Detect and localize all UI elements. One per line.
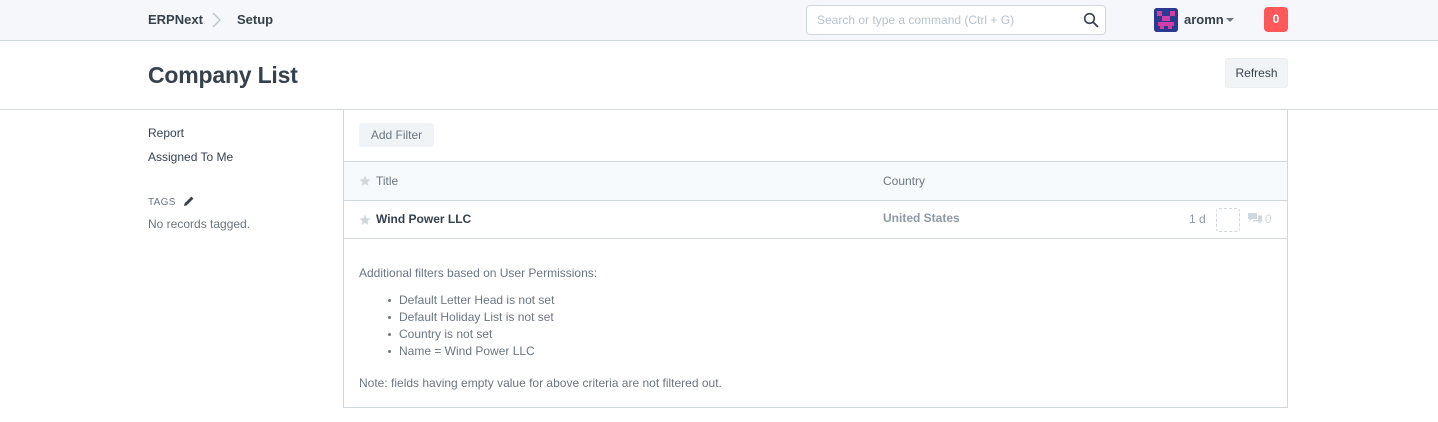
list-item: Default Letter Head is not set <box>384 292 554 309</box>
avatar[interactable] <box>1154 8 1178 32</box>
search-icon[interactable] <box>1083 12 1099 28</box>
row-title-link[interactable]: Wind Power LLC <box>376 212 471 226</box>
sidebar-item-assigned-to-me[interactable]: Assigned To Me <box>148 150 233 164</box>
row-country-filter[interactable]: United States <box>883 211 960 225</box>
list-header: Title Country <box>344 162 1287 201</box>
notification-badge[interactable]: 0 <box>1264 7 1288 32</box>
add-filter-button[interactable]: Add Filter <box>359 123 434 147</box>
search-box <box>806 5 1106 35</box>
no-tags-message: No records tagged. <box>148 217 251 231</box>
page-head: Company List Refresh <box>0 41 1438 110</box>
list-item: Country is not set <box>384 326 554 343</box>
breadcrumb-setup[interactable]: Setup <box>237 12 273 27</box>
chevron-right-icon <box>212 12 221 28</box>
refresh-button[interactable]: Refresh <box>1225 58 1288 88</box>
tags-heading: TAGS <box>148 197 176 208</box>
list-panel: Add Filter Title Country Wind Power LLC … <box>343 110 1288 408</box>
search-input[interactable] <box>807 6 1077 34</box>
assignee-placeholder <box>1216 208 1240 232</box>
permission-filter-list: Default Letter Head is not set Default H… <box>384 292 554 360</box>
pencil-icon[interactable] <box>183 195 195 207</box>
brand-link[interactable]: ERPNext <box>148 12 203 27</box>
comment-count: 0 <box>1265 212 1272 226</box>
list-row[interactable]: Wind Power LLC United States 1 d 0 <box>344 201 1287 239</box>
filter-area: Add Filter <box>344 110 1287 162</box>
star-icon[interactable] <box>359 214 371 226</box>
list-item: Name = Wind Power LLC <box>384 343 554 360</box>
row-modified-time: 1 d <box>1189 212 1206 226</box>
column-header-country: Country <box>883 174 926 188</box>
star-icon[interactable] <box>359 175 371 187</box>
column-header-title: Title <box>376 174 399 188</box>
page-title: Company List <box>148 62 298 88</box>
navbar: ERPNext Setup aromn 0 <box>0 0 1438 41</box>
user-menu-name[interactable]: aromn <box>1184 12 1224 27</box>
sidebar-item-report[interactable]: Report <box>148 126 184 140</box>
comment-icon <box>1248 213 1262 224</box>
permission-note: Note: fields having empty value for abov… <box>359 376 722 390</box>
list-item: Default Holiday List is not set <box>384 309 554 326</box>
caret-down-icon[interactable] <box>1226 18 1234 22</box>
avatar-image <box>1154 8 1178 32</box>
permission-info-text: Additional filters based on User Permiss… <box>359 266 598 280</box>
